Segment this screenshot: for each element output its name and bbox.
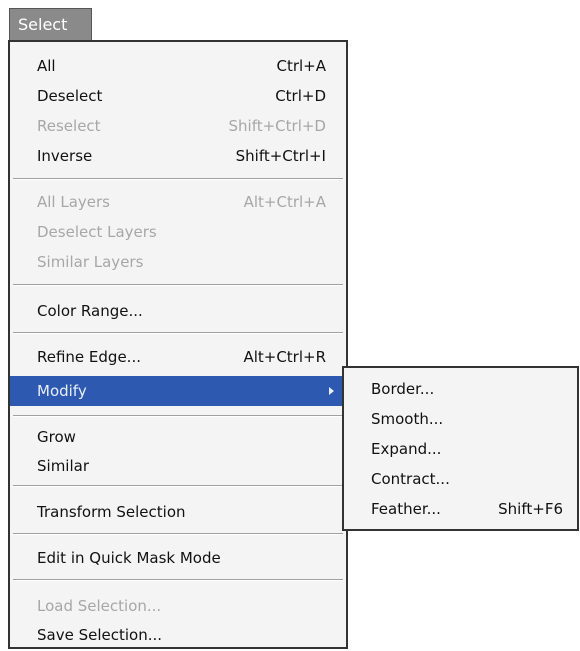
menu-item-label: Color Range... [37,302,143,320]
menu-item-all-layers: All Layers Alt+Ctrl+A [10,189,346,216]
menu-item-label: All Layers [37,193,111,211]
menu-item-deselect-layers: Deselect Layers [10,219,346,246]
menu-item-refine-edge[interactable]: Refine Edge... Alt+Ctrl+R [10,344,346,371]
menu-item-label: Contract... [371,470,450,488]
menu-item-similar-layers: Similar Layers [10,249,346,276]
menu-item-all[interactable]: All Ctrl+A [10,53,346,80]
menu-separator [13,332,343,334]
menu-separator [13,415,343,417]
menu-item-label: Deselect Layers [37,223,157,241]
menu-item-label: All [37,57,56,75]
chevron-right-icon [329,387,334,395]
menu-item-edit-in-quick-mask-mode[interactable]: Edit in Quick Mask Mode [10,545,346,572]
submenu-item-feather[interactable]: Feather... Shift+F6 [344,494,577,524]
menu-item-label: Transform Selection [37,503,186,521]
select-menu-panel: All Ctrl+A Deselect Ctrl+D Reselect Shif… [8,40,348,649]
menu-separator [13,284,343,286]
menu-item-label: Feather... [371,500,441,518]
menu-item-label: Deselect [37,87,103,105]
menu-item-label: Load Selection... [37,597,162,615]
menu-separator [13,533,343,535]
menu-item-shortcut: Alt+Ctrl+A [243,193,326,211]
menu-item-similar[interactable]: Similar [10,453,346,480]
menu-separator [13,178,343,180]
menu-item-shortcut: Alt+Ctrl+R [243,348,326,366]
menu-item-modify[interactable]: Modify [10,376,346,406]
menu-item-label: Inverse [37,147,93,165]
menu-item-save-selection[interactable]: Save Selection... [10,622,346,649]
menu-item-label: Similar [37,457,89,475]
submenu-item-smooth[interactable]: Smooth... [344,404,577,434]
menu-item-label: Grow [37,428,76,446]
menu-separator [13,485,343,487]
submenu-item-contract[interactable]: Contract... [344,464,577,494]
menu-item-shortcut: Ctrl+D [275,87,326,105]
menu-item-label: Reselect [37,117,101,135]
menu-item-label: Save Selection... [37,626,163,644]
menu-item-inverse[interactable]: Inverse Shift+Ctrl+I [10,143,346,170]
menu-item-color-range[interactable]: Color Range... [10,298,346,325]
submenu-item-border[interactable]: Border... [344,374,577,404]
menu-item-label: Smooth... [371,410,444,428]
menu-item-shortcut: Shift+Ctrl+D [228,117,326,135]
menu-item-label: Expand... [371,440,442,458]
menu-item-load-selection: Load Selection... [10,593,346,620]
select-menu-title[interactable]: Select [9,8,92,41]
menu-item-label: Modify [37,381,87,400]
menu-item-label: Border... [371,380,435,398]
menu-item-shortcut: Ctrl+A [276,57,326,75]
submenu-item-expand[interactable]: Expand... [344,434,577,464]
menu-item-label: Refine Edge... [37,348,141,366]
menu-item-shortcut: Shift+Ctrl+I [235,147,326,165]
menu-item-label: Edit in Quick Mask Mode [37,549,221,567]
menu-item-shortcut: Shift+F6 [498,500,563,518]
menu-item-transform-selection[interactable]: Transform Selection [10,499,346,526]
menu-item-deselect[interactable]: Deselect Ctrl+D [10,83,346,110]
menu-item-grow[interactable]: Grow [10,424,346,451]
menu-separator [13,579,343,581]
modify-submenu: Border... Smooth... Expand... Contract..… [342,366,579,531]
menu-item-reselect: Reselect Shift+Ctrl+D [10,113,346,140]
menu-item-label: Similar Layers [37,253,144,271]
